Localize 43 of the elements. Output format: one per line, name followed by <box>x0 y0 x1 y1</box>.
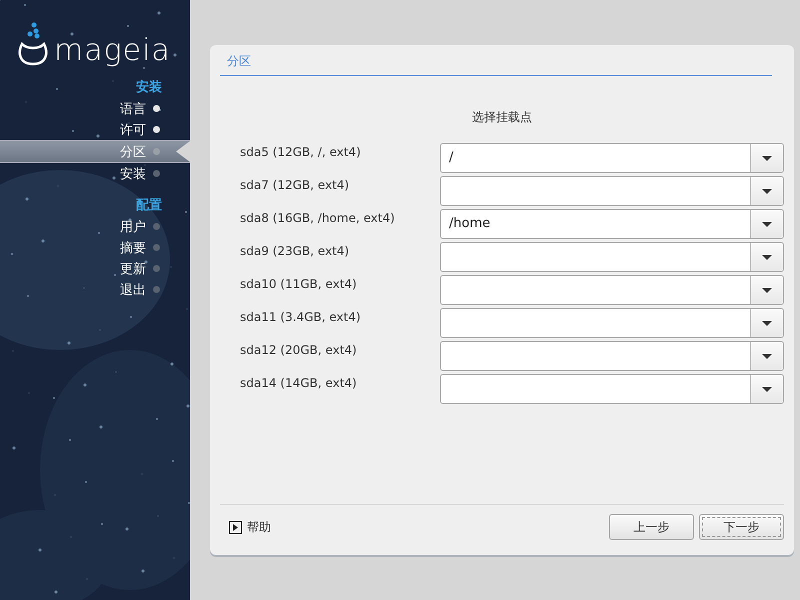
mount-point-combo[interactable] <box>440 176 784 206</box>
dropdown-arrow-icon <box>762 254 772 260</box>
next-button[interactable]: 下一步 <box>699 514 784 540</box>
mount-point-combo[interactable] <box>440 308 784 338</box>
dropdown-arrow-icon <box>762 156 772 160</box>
dropdown-arrow-icon <box>762 288 772 292</box>
panel-title: 分区 <box>220 45 772 76</box>
section-title: 配置 <box>135 197 163 215</box>
step-item[interactable]: 更新 <box>0 258 190 279</box>
partition-label: sda8 (16GB, /home, ext4) <box>239 210 396 227</box>
mount-point-combo[interactable] <box>440 242 784 272</box>
mount-point-combo[interactable]: /home <box>440 209 784 239</box>
logo-icon <box>18 22 48 66</box>
mount-point-combo[interactable]: / <box>440 143 784 173</box>
dropdown-arrow-icon <box>762 354 772 358</box>
dropdown-arrow-icon <box>762 188 772 194</box>
partition-label: sda7 (12GB, ext4) <box>239 177 350 194</box>
help-toggle[interactable]: 帮助 <box>229 518 271 536</box>
partition-label: sda11 (3.4GB, ext4) <box>239 309 362 326</box>
step-item[interactable]: 许可 <box>0 119 190 140</box>
step-item[interactable]: 语言 <box>0 98 190 119</box>
step-item[interactable]: 安装 <box>0 163 190 184</box>
back-button[interactable]: 上一步 <box>609 514 694 540</box>
dropdown-arrow-icon <box>762 320 772 326</box>
dropdown-arrow-icon <box>762 386 772 392</box>
step-item[interactable]: 退出 <box>0 279 190 300</box>
mount-point-combo[interactable] <box>440 374 784 404</box>
step-item[interactable]: 用户 <box>0 216 190 237</box>
expander-icon <box>229 520 242 534</box>
partition-label: sda10 (11GB, ext4) <box>239 276 358 293</box>
mount-point-combo[interactable] <box>440 341 784 371</box>
step-item[interactable]: 摘要 <box>0 237 190 258</box>
partition-label: sda9 (23GB, ext4) <box>239 243 350 260</box>
partition-label: sda12 (20GB, ext4) <box>239 342 358 359</box>
step-item[interactable]: 分区 <box>0 140 190 163</box>
partition-label: sda5 (12GB, /, ext4) <box>239 144 362 161</box>
heading: 选择挂载点 <box>471 109 533 126</box>
mount-point-combo[interactable] <box>440 275 784 305</box>
partition-label: sda14 (14GB, ext4) <box>239 375 358 392</box>
notch-icon <box>176 141 190 162</box>
dropdown-arrow-icon <box>762 222 772 226</box>
section-title: 安装 <box>135 78 163 97</box>
logo-text: mageia <box>54 36 171 66</box>
